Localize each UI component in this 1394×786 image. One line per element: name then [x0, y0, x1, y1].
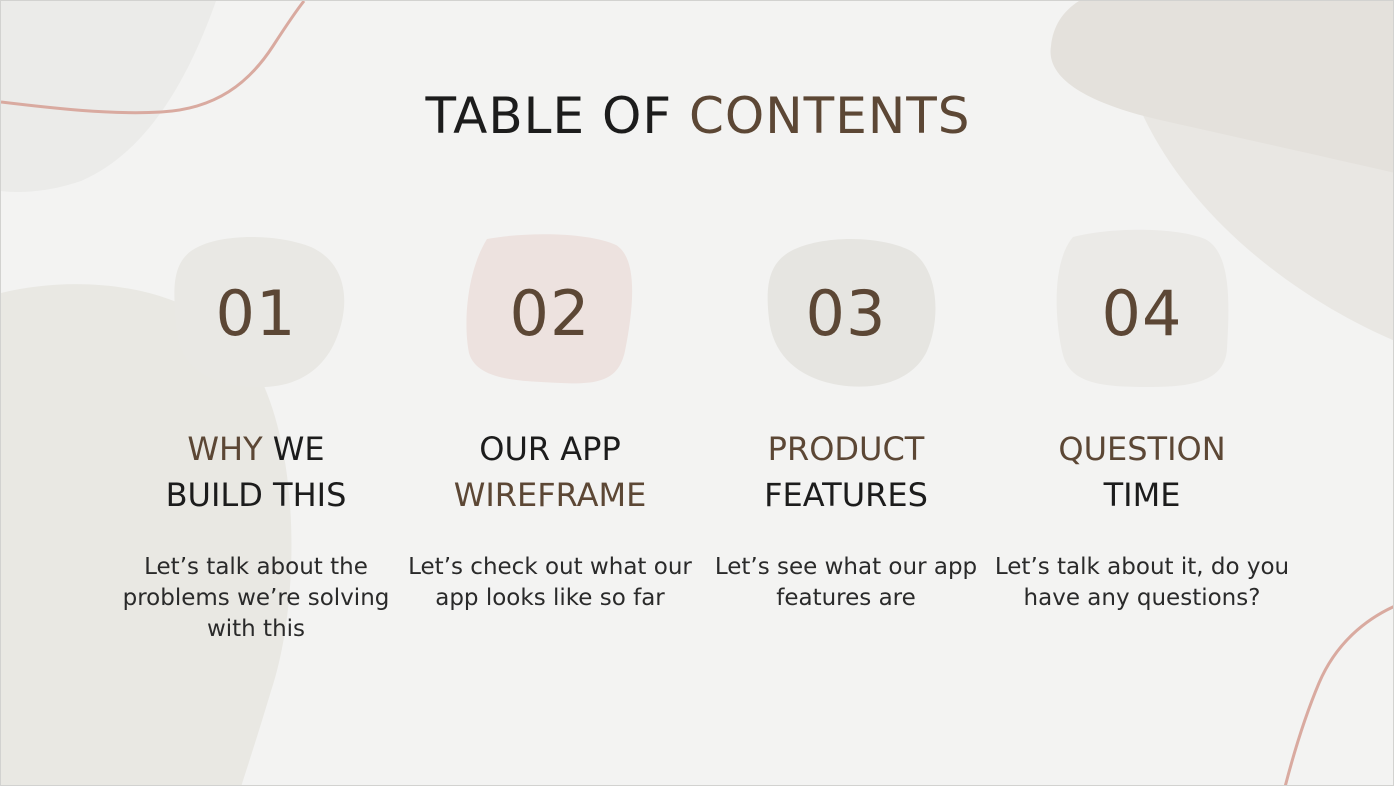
- heading-text: TIME: [1103, 476, 1181, 514]
- item-heading: QUESTION TIME: [992, 426, 1292, 518]
- item-number: 04: [1101, 277, 1183, 350]
- item-description: Let’s talk about it, do you have any que…: [994, 554, 1290, 611]
- number-blob-04: [1056, 229, 1229, 387]
- slide: TABLE OF CONTENTS 01 WHY WE BUILD THIS L…: [0, 0, 1394, 786]
- heading-accent: QUESTION: [1058, 430, 1226, 468]
